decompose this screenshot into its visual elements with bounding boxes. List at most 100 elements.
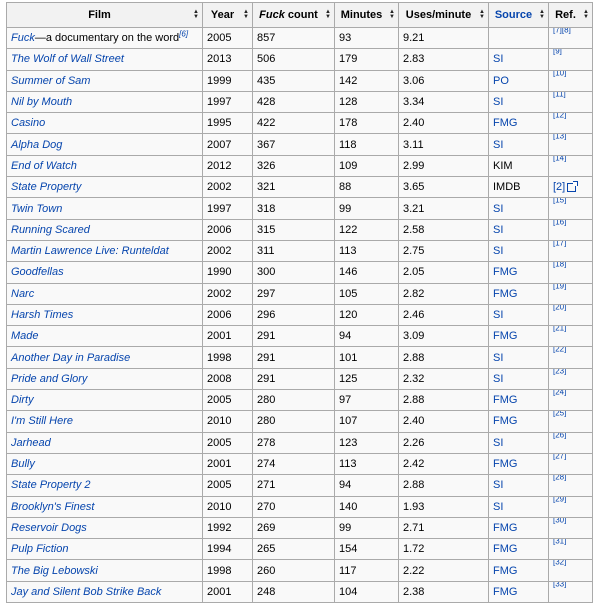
- film-link[interactable]: Made: [11, 330, 39, 342]
- source-cell[interactable]: SI: [488, 197, 549, 220]
- sort-arrows-icon[interactable]: ▲ ▼: [243, 9, 249, 20]
- reference-link[interactable]: [33]: [553, 582, 566, 588]
- sort-arrows-icon[interactable]: ▲ ▼: [479, 9, 485, 20]
- film-link[interactable]: Fuck: [11, 32, 35, 44]
- reference-link[interactable]: [23]: [553, 369, 566, 375]
- source-cell[interactable]: FMG: [488, 559, 549, 582]
- external-link-icon[interactable]: [567, 180, 579, 192]
- source-cell[interactable]: SI: [488, 346, 549, 369]
- reference-link[interactable]: [31]: [553, 540, 566, 546]
- source-cell[interactable]: FMG: [488, 452, 549, 476]
- uses-per-minute-cell: 9.21: [398, 26, 489, 50]
- header-year[interactable]: Year ▲ ▼: [202, 2, 253, 28]
- film-link[interactable]: End of Watch: [11, 160, 77, 172]
- source-cell[interactable]: SI: [488, 133, 549, 156]
- table-row: I'm Still Here 2010 280 107 2.40 FMG [25]: [6, 410, 593, 433]
- footnote-link[interactable]: [6]: [179, 29, 188, 38]
- reference-link[interactable]: [18]: [553, 263, 566, 269]
- film-link[interactable]: Another Day in Paradise: [11, 352, 130, 364]
- reference-link[interactable]: [21]: [553, 327, 566, 333]
- film-link[interactable]: Goodfellas: [11, 266, 64, 278]
- film-link[interactable]: Narc: [11, 288, 34, 300]
- source-cell[interactable]: SI: [488, 48, 549, 71]
- reference-link[interactable]: [32]: [553, 561, 566, 567]
- source-cell[interactable]: FMG: [488, 410, 549, 433]
- sort-arrows-icon[interactable]: ▲ ▼: [389, 9, 395, 20]
- reference-link[interactable]: [16]: [553, 220, 566, 226]
- sort-arrows-icon[interactable]: ▲ ▼: [583, 9, 589, 20]
- source-cell[interactable]: SI: [488, 218, 549, 241]
- film-link[interactable]: Nil by Mouth: [11, 96, 72, 108]
- film-link[interactable]: State Property 2: [11, 479, 91, 491]
- film-link[interactable]: The Wolf of Wall Street: [11, 53, 124, 65]
- film-link[interactable]: Pride and Glory: [11, 373, 87, 385]
- source-cell[interactable]: FMG: [488, 516, 549, 540]
- source-cell[interactable]: SI: [488, 495, 549, 518]
- source-cell[interactable]: SI: [488, 474, 549, 497]
- film-link[interactable]: Twin Town: [11, 203, 62, 215]
- sort-arrows-icon[interactable]: ▲ ▼: [539, 9, 545, 20]
- table-row: Harsh Times 2006 296 120 2.46 SI [20]: [6, 303, 593, 327]
- reference-link[interactable]: [28]: [553, 476, 566, 482]
- header-count[interactable]: Fuck count ▲ ▼: [252, 2, 335, 28]
- reference-link[interactable]: [2]: [553, 181, 565, 193]
- film-link[interactable]: State Property: [11, 181, 81, 193]
- sort-arrows-icon[interactable]: ▲ ▼: [325, 9, 331, 20]
- reference-link[interactable]: [24]: [553, 391, 566, 397]
- reference-link[interactable]: [10]: [553, 71, 566, 77]
- source-cell[interactable]: SI: [488, 90, 549, 114]
- film-link[interactable]: I'm Still Here: [11, 415, 73, 427]
- reference-link[interactable]: [17]: [553, 241, 566, 247]
- source-cell[interactable]: FMG: [488, 282, 549, 305]
- reference-link[interactable]: [11]: [553, 92, 566, 98]
- film-link[interactable]: Pulp Fiction: [11, 543, 68, 555]
- source-cell[interactable]: SI: [488, 367, 549, 391]
- source-cell[interactable]: PO: [488, 69, 549, 92]
- source-cell[interactable]: FMG: [488, 538, 549, 561]
- film-link[interactable]: Dirty: [11, 394, 34, 406]
- film-link[interactable]: Alpha Dog: [11, 139, 62, 151]
- film-link[interactable]: Martin Lawrence Live: Runteldat: [11, 245, 169, 257]
- reference-link[interactable]: [27]: [553, 454, 566, 460]
- film-link[interactable]: Brooklyn's Finest: [11, 501, 94, 513]
- reference-link[interactable]: [29]: [553, 497, 566, 503]
- header-minutes[interactable]: Minutes ▲ ▼: [334, 2, 399, 28]
- header-film[interactable]: Film ▲ ▼: [6, 2, 203, 28]
- film-link[interactable]: Summer of Sam: [11, 75, 90, 87]
- film-link[interactable]: Casino: [11, 117, 45, 129]
- reference-link[interactable]: [22]: [553, 348, 566, 354]
- reference-link[interactable]: [26]: [553, 433, 566, 439]
- reference-link[interactable]: [15]: [553, 199, 566, 205]
- source-cell[interactable]: FMG: [488, 112, 549, 135]
- source-cell[interactable]: SI: [488, 303, 549, 327]
- source-cell[interactable]: FMG: [488, 261, 549, 284]
- reference-link[interactable]: [12]: [553, 114, 566, 120]
- header-uses-per-minute[interactable]: Uses/minute ▲ ▼: [398, 2, 489, 28]
- header-ref[interactable]: Ref. ▲ ▼: [548, 2, 593, 28]
- reference-link[interactable]: [30]: [553, 518, 566, 524]
- reference-link[interactable]: [20]: [553, 305, 566, 311]
- film-link[interactable]: Harsh Times: [11, 309, 73, 321]
- source-cell[interactable]: FMG: [488, 580, 549, 603]
- reference-link[interactable]: [9]: [553, 50, 562, 56]
- reference-link[interactable]: [14]: [553, 156, 566, 162]
- film-link[interactable]: Jay and Silent Bob Strike Back: [11, 586, 161, 598]
- film-link[interactable]: The Big Lebowski: [11, 565, 98, 577]
- film-link[interactable]: Jarhead: [11, 437, 51, 449]
- film-link[interactable]: Reservoir Dogs: [11, 522, 87, 534]
- header-source[interactable]: Source ▲ ▼: [488, 2, 549, 28]
- reference-link[interactable]: [7][8]: [553, 29, 571, 35]
- source-cell[interactable]: SI: [488, 239, 549, 263]
- reference-link[interactable]: [13]: [553, 135, 566, 141]
- source-cell: IMDB: [488, 176, 549, 199]
- reference-link[interactable]: [19]: [553, 284, 566, 290]
- source-cell[interactable]: SI: [488, 431, 549, 454]
- sort-arrows-icon[interactable]: ▲ ▼: [193, 9, 199, 20]
- header-source-link[interactable]: Source: [495, 9, 532, 21]
- reference-link[interactable]: [25]: [553, 412, 566, 418]
- source-cell[interactable]: FMG: [488, 325, 549, 348]
- source-cell[interactable]: FMG: [488, 389, 549, 412]
- film-link[interactable]: Bully: [11, 458, 35, 470]
- film-link[interactable]: Running Scared: [11, 224, 90, 236]
- count-cell: 269: [252, 516, 335, 540]
